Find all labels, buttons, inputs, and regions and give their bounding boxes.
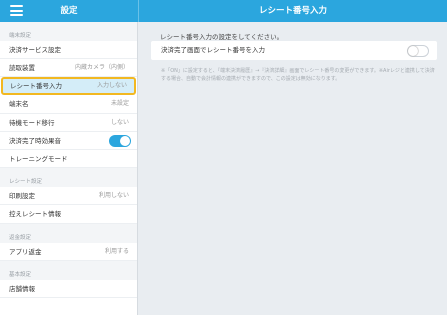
sidebar-item-label: レシート番号入力	[10, 82, 62, 91]
sidebar-item-label: 控えレシート情報	[9, 210, 61, 219]
detail-panel: レシート番号入力の設定をしてください。 決済完了画面でレシート番号を入力 ※「O…	[139, 22, 447, 315]
sidebar-item-label: 読取装置	[9, 64, 35, 73]
section-header-terminal: 端末設定	[0, 22, 137, 41]
receipt-input-setting-row: 決済完了画面でレシート番号を入力	[151, 41, 437, 60]
sidebar-item-label: 決済完了時効果音	[9, 136, 61, 145]
sidebar-item-app-refund[interactable]: アプリ返金 利用する	[0, 243, 137, 261]
sidebar-item-terminal-name[interactable]: 端末名 未設定	[0, 95, 137, 114]
sidebar-item-copy-receipt-info[interactable]: 控えレシート情報	[0, 205, 137, 224]
sidebar-item-payment-service[interactable]: 決済サービス設定	[0, 41, 137, 60]
sidebar-item-completion-sound: 決済完了時効果音	[0, 132, 137, 150]
sidebar-item-training-mode[interactable]: トレーニングモード	[0, 150, 137, 169]
sidebar-item-label: 店舗情報	[9, 284, 35, 293]
section-header-receipt: レシート設定	[0, 168, 137, 188]
receipt-input-toggle[interactable]	[407, 44, 429, 57]
settings-title: 設定	[60, 6, 78, 16]
completion-sound-toggle[interactable]	[109, 134, 131, 147]
settings-sidebar: 端末設定 決済サービス設定 読取装置 内蔵カメラ（内側） レシート番号入力 入力…	[0, 22, 138, 315]
sidebar-item-value: 未設定	[110, 100, 129, 108]
sidebar-item-value: 入力しない	[96, 82, 127, 90]
setting-label: 決済完了画面でレシート番号を入力	[161, 46, 265, 54]
sidebar-item-label: 端末名	[9, 100, 29, 109]
instruction-text: レシート番号入力の設定をしてください。	[160, 33, 284, 41]
sidebar-item-value: 利用しない	[98, 192, 129, 200]
top-bar: 設定 レシート番号入力	[0, 0, 447, 22]
sidebar-item-value: 利用する	[104, 247, 129, 255]
toggle-knob	[120, 135, 130, 146]
sidebar-item-label: 決済サービス設定	[9, 46, 61, 54]
page-title: レシート番号入力	[258, 6, 327, 16]
toggle-knob	[408, 45, 418, 56]
note-text: ※「ON」に設定すると、『端末決済履歴』→『決済詳細』画面でレシート番号の変更が…	[161, 68, 435, 82]
sidebar-item-label: トレーニングモード	[9, 154, 68, 163]
sidebar-item-value: しない	[110, 118, 129, 126]
sidebar-item-standby-mode[interactable]: 待機モード移行 しない	[0, 114, 137, 132]
sidebar-item-label: アプリ返金	[9, 247, 42, 256]
sidebar-item-print-settings[interactable]: 印刷設定 利用しない	[0, 187, 137, 206]
sidebar-item-store-info[interactable]: 店舗情報	[0, 280, 137, 298]
section-header-basic: 基本設定	[0, 260, 137, 280]
sidebar-item-reader-device[interactable]: 読取装置 内蔵カメラ（内側）	[0, 59, 137, 78]
sidebar-item-value: 内蔵カメラ（内側）	[74, 64, 129, 72]
sidebar-item-receipt-number[interactable]: レシート番号入力 入力しない	[1, 77, 136, 96]
sidebar-item-label: 印刷設定	[9, 192, 35, 201]
section-header-refund: 返金設定	[0, 223, 137, 243]
sidebar-item-label: 待機モード移行	[9, 118, 55, 127]
